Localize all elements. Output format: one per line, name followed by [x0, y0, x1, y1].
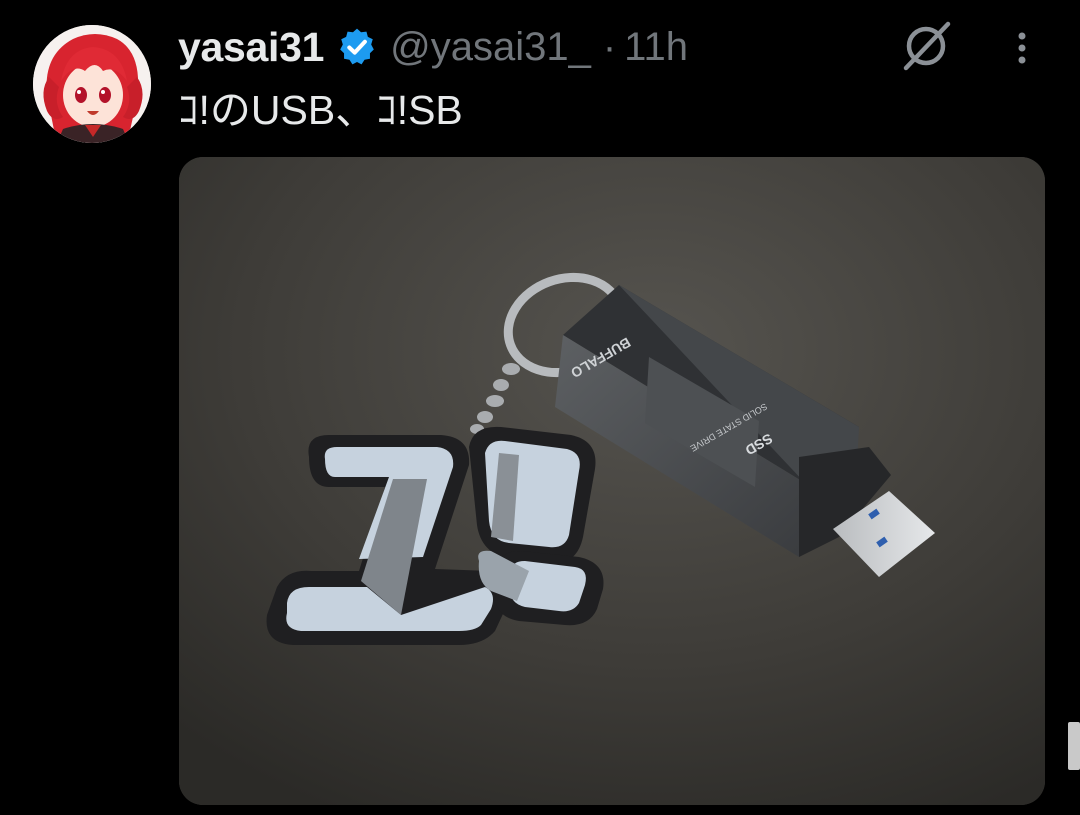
photo-icon: BUFFALO SSD SOLID STATE DRIVE — [179, 157, 1045, 805]
tweet-text: ｺ!のUSB、ｺ!SB — [178, 87, 463, 133]
tweet-header: yasai31 @yasai31_ · 11h — [178, 22, 688, 72]
verified-badge-icon[interactable] — [336, 26, 378, 68]
separator-dot: · — [602, 24, 617, 69]
timestamp[interactable]: 11h — [624, 25, 688, 70]
grok-icon[interactable] — [898, 18, 954, 74]
display-name[interactable]: yasai31 — [178, 24, 324, 71]
avatar-image-icon — [33, 25, 151, 143]
tweet-post[interactable]: yasai31 @yasai31_ · 11h ｺ!のUSB、ｺ!SB BUFF… — [0, 0, 1080, 815]
more-vertical-icon[interactable] — [1004, 24, 1040, 70]
user-handle[interactable]: @yasai31_ — [390, 25, 591, 70]
scrollbar-thumb[interactable] — [1068, 722, 1080, 770]
tweet-media-photo[interactable]: BUFFALO SSD SOLID STATE DRIVE — [179, 157, 1045, 805]
avatar[interactable] — [33, 25, 151, 143]
